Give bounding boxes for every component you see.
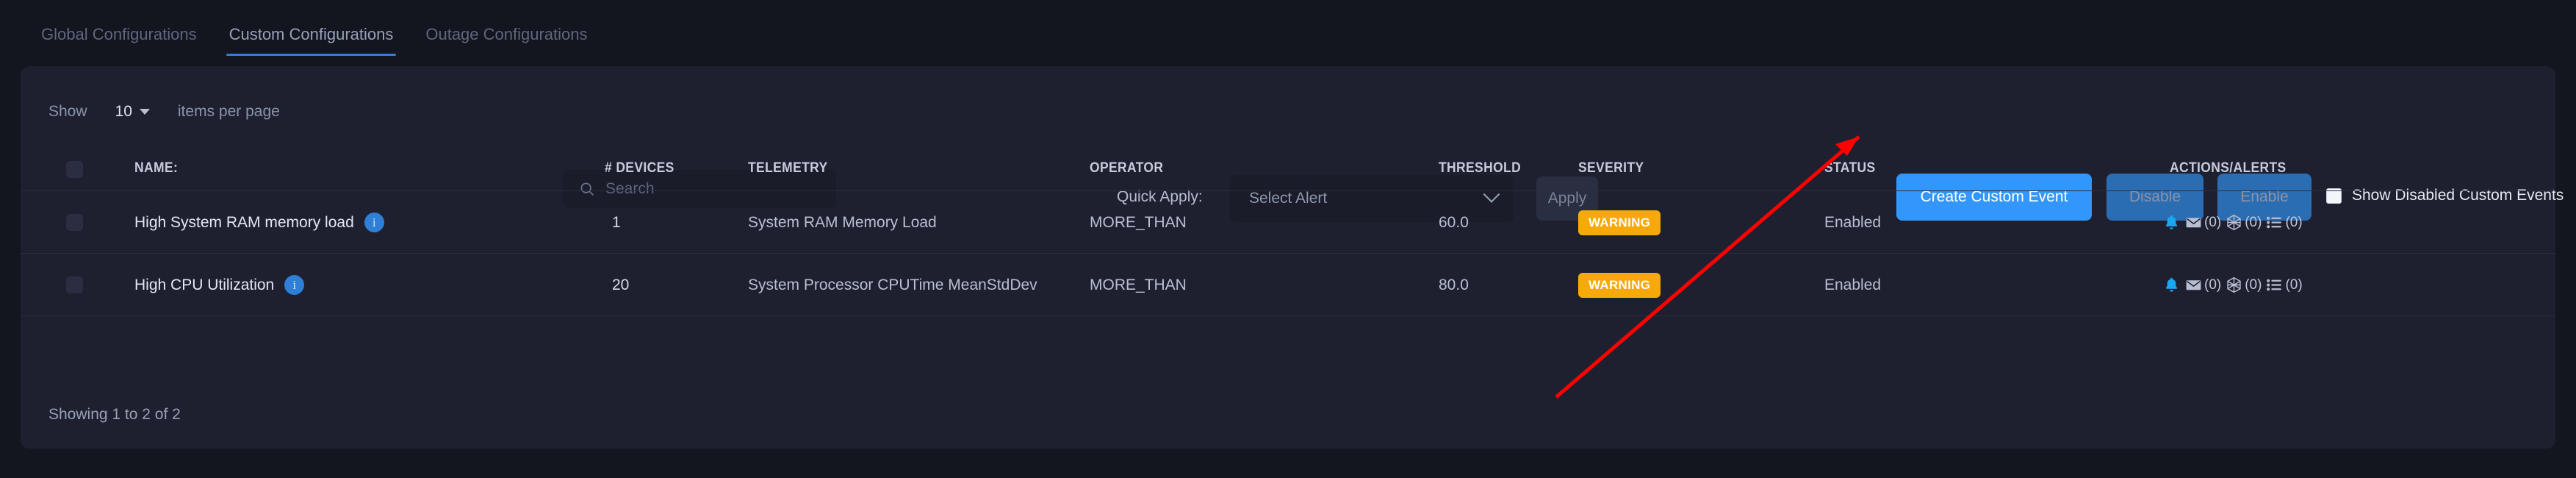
telemetry-name: System RAM Memory Load: [748, 213, 937, 231]
event-name: High CPU Utilization: [134, 276, 275, 293]
show-label: Show: [48, 103, 87, 120]
webhook-alert-action[interactable]: (0): [2225, 276, 2262, 294]
bell-icon: [2162, 213, 2181, 232]
cell-actions: (0) (0) (0): [2162, 254, 2303, 316]
webhook-alert-action[interactable]: (0): [2225, 213, 2262, 232]
cell-devices: 20: [612, 254, 629, 316]
cell-telemetry: System Processor CPUTime MeanStdDev: [748, 254, 1037, 316]
cell-name: High CPU Utilization i: [134, 254, 305, 316]
configuration-tabs: Global Configurations Custom Configurati…: [0, 0, 2576, 56]
envelope-icon: [2184, 213, 2203, 232]
chevron-down-icon: [139, 109, 150, 115]
info-icon[interactable]: i: [284, 275, 305, 295]
table-toolbar: Show 10 items per page Search Quick Appl…: [21, 66, 2564, 222]
email-alert-action[interactable]: (0): [2184, 213, 2221, 232]
select-all-checkbox[interactable]: [66, 161, 83, 178]
log-list-action[interactable]: (0): [2265, 276, 2303, 294]
log-list-count: (0): [2285, 214, 2303, 230]
telemetry-name: System Processor CPUTime MeanStdDev: [748, 276, 1037, 293]
operator-value: MORE_THAN: [1090, 276, 1187, 293]
custom-events-card: Show 10 items per page Search Quick Appl…: [21, 66, 2564, 449]
column-header-threshold[interactable]: THRESHOLD: [1439, 160, 1521, 176]
status-value: Enabled: [1824, 213, 1882, 231]
bell-icon: [2162, 276, 2181, 294]
info-icon[interactable]: i: [364, 213, 384, 232]
row-select-checkbox[interactable]: [66, 214, 83, 231]
page-size-dropdown[interactable]: 10: [115, 103, 150, 121]
cell-status: Enabled: [1824, 191, 1881, 254]
cell-operator: MORE_THAN: [1090, 191, 1187, 254]
event-name: High System RAM memory load: [134, 213, 354, 231]
webhook-alert-count: (0): [2245, 214, 2262, 230]
list-icon: [2265, 213, 2284, 232]
tab-outage-configurations[interactable]: Outage Configurations: [409, 25, 603, 56]
status-value: Enabled: [1824, 276, 1882, 293]
status-badge: WARNING: [1578, 210, 1661, 235]
column-header-telemetry[interactable]: TELEMETRY: [748, 160, 828, 176]
cell-threshold: 80.0: [1439, 254, 1469, 316]
table-row[interactable]: High System RAM memory load i 1 System R…: [21, 191, 2555, 254]
page-size-value: 10: [115, 103, 132, 120]
bell-alert-action[interactable]: [2162, 213, 2181, 232]
log-list-action[interactable]: (0): [2265, 213, 2303, 232]
table-header: NAME: # DEVICES TELEMETRY OPERATOR THRES…: [21, 147, 2555, 191]
webhook-mesh-icon: [2225, 213, 2243, 232]
items-per-page-label: items per page: [177, 103, 280, 120]
log-list-count: (0): [2285, 277, 2303, 293]
cell-severity: WARNING: [1578, 191, 1661, 254]
cell-devices: 1: [612, 191, 621, 254]
device-count: 1: [612, 213, 621, 231]
tab-global-configurations[interactable]: Global Configurations: [25, 25, 213, 56]
operator-value: MORE_THAN: [1090, 213, 1187, 231]
column-header-status[interactable]: STATUS: [1824, 160, 1876, 176]
webhook-alert-count: (0): [2245, 277, 2262, 293]
pagination-summary: Showing 1 to 2 of 2: [48, 406, 181, 423]
cell-threshold: 60.0: [1439, 191, 1469, 254]
status-badge: WARNING: [1578, 272, 1661, 298]
column-header-name[interactable]: NAME:: [134, 160, 178, 176]
list-icon: [2265, 276, 2284, 294]
cell-actions: (0) (0) (0): [2162, 191, 2303, 254]
row-select-checkbox[interactable]: [66, 277, 83, 293]
webhook-mesh-icon: [2225, 276, 2243, 294]
threshold-value: 60.0: [1439, 213, 1469, 231]
threshold-value: 80.0: [1439, 276, 1469, 293]
email-alert-count: (0): [2204, 214, 2222, 230]
envelope-icon: [2184, 276, 2203, 294]
email-alert-action[interactable]: (0): [2184, 276, 2221, 294]
cell-severity: WARNING: [1578, 254, 1661, 316]
page-size-control: Show 10 items per page: [48, 103, 280, 121]
device-count: 20: [612, 276, 630, 293]
tab-custom-configurations[interactable]: Custom Configurations: [213, 25, 410, 56]
cell-telemetry: System RAM Memory Load: [748, 191, 937, 254]
cell-name: High System RAM memory load i: [134, 191, 384, 254]
custom-configurations-page: Global Configurations Custom Configurati…: [0, 0, 2576, 478]
column-header-severity[interactable]: SEVERITY: [1578, 160, 1644, 176]
bell-alert-action[interactable]: [2162, 276, 2181, 294]
email-alert-count: (0): [2204, 277, 2222, 293]
table-row[interactable]: High CPU Utilization i 20 System Process…: [21, 254, 2555, 316]
column-header-operator[interactable]: OPERATOR: [1090, 160, 1163, 176]
column-header-actions[interactable]: ACTIONS/ALERTS: [2170, 160, 2287, 176]
cell-status: Enabled: [1824, 254, 1881, 316]
column-header-devices[interactable]: # DEVICES: [605, 160, 674, 176]
cell-operator: MORE_THAN: [1090, 254, 1187, 316]
